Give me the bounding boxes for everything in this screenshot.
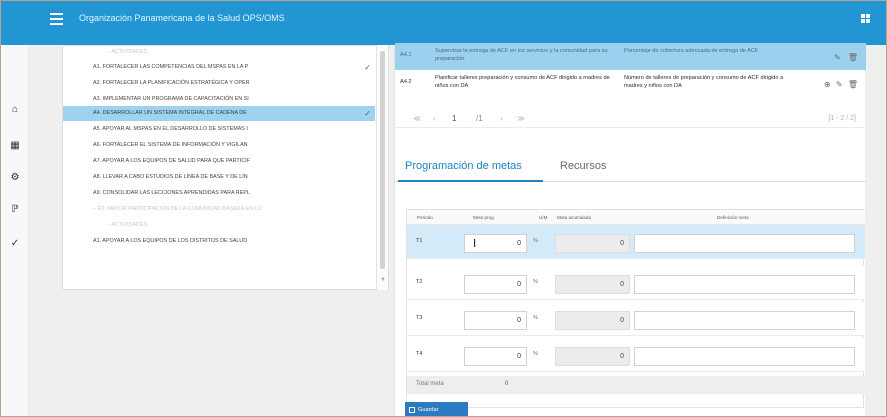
add-icon[interactable]: ⊕ [824,80,831,89]
definicion-meta-input[interactable] [634,275,855,294]
app-window: Organización Panamericana de la Salud OP… [0,0,887,417]
periodo-label: T3 [416,315,423,321]
header-meta-acumulada: Meta acumulada [557,215,591,220]
tree-item[interactable]: A2. FORTALECER LA PLANIFICACIÓN ESTRATÉG… [63,76,375,91]
top-bar: Organización Panamericana de la Salud OP… [1,1,886,45]
check-icon: ✓ [364,109,371,118]
meta-row[interactable]: T2 0 % 0 [407,266,865,300]
chart-icon[interactable]: ℙ [7,201,23,217]
record-count: [1 - 2 / 2] [828,115,856,122]
definicion-meta-input[interactable] [634,311,855,330]
header-meta-prog: Meta prog. [473,215,495,220]
menu-icon[interactable] [50,13,63,25]
delete-icon[interactable]: 🗑 [848,53,858,62]
tree-item[interactable]: A1. FORTALECER LAS COMPETENCIAS DEL MSPA… [63,60,375,75]
activity-indicator: Número de talleres de preparación y cons… [624,75,784,89]
tab-recursos[interactable]: Recursos [560,160,606,172]
unit-label: % [533,351,538,357]
meta-row[interactable]: T4 0 % 0 [407,338,865,372]
periodo-label: T1 [416,238,423,244]
meta-acumulada-field: 0 [555,275,630,294]
activity-row[interactable]: A4.2 Planificar talleres preparación y c… [395,70,866,97]
header-periodo: Periodo [417,215,433,220]
metas-table: Periodo Meta prog. U/M Meta acumulada De… [406,209,865,408]
activity-description: Planificar talleres preparación y consum… [435,75,610,89]
tab-programacion-metas[interactable]: Programación de metas [405,160,522,172]
meta-row-selected[interactable]: T1 I0 % 0 [407,225,865,259]
first-page-button[interactable]: ≪ [413,114,421,123]
pagination: ≪ ‹ 1 /1 › ≫ [1 - 2 / 2] [395,110,866,128]
check-icon: ✓ [364,63,371,72]
tree-group-header[interactable]: – ACTIVIDADES [63,46,375,60]
tree-item[interactable]: A3. IMPLEMENTAR UN PROGRAMA DE CAPACITAC… [63,92,375,107]
definicion-meta-input[interactable] [634,347,855,366]
tree-item[interactable]: A5. APOYAR AL MSPAS EN EL DESARROLLO DE … [63,122,375,137]
home-icon[interactable]: ⌂ [7,101,23,117]
activity-row-selected[interactable]: A4.1 Supervisar la entrega de ACF en los… [395,43,866,70]
activity-indicator: Porcentaje de cobertura adecuada de entr… [624,48,759,54]
tree-group-header[interactable]: – R2. MAYOR PARTICIPACIÓN DE LA COMUNIDA… [63,202,375,217]
scroll-down-icon[interactable]: ▼ [380,277,386,283]
tree-item-selected[interactable]: A4. DESARROLLAR UN SISTEMA INTEGRAL DE C… [63,106,375,121]
gear-icon[interactable]: ⚙ [7,169,23,185]
activity-code: A4.1 [400,52,412,58]
definicion-meta-input[interactable] [634,234,855,253]
unit-label: % [533,315,538,321]
unit-label: % [533,238,538,244]
header-um: U/M [539,215,548,220]
meta-row[interactable]: T3 0 % 0 [407,302,865,336]
tab-bar: Programación de metas Recursos [395,156,866,182]
metas-table-header: Periodo Meta prog. U/M Meta acumulada De… [407,210,865,225]
periodo-label: T4 [416,351,423,357]
prev-page-button[interactable]: ‹ [433,114,436,123]
meta-prog-input[interactable]: 0 [464,347,527,366]
text-cursor-icon: I [473,237,477,250]
total-meta-label: Total meta [416,381,444,387]
page-total: /1 [476,114,483,123]
tree-scroll-thumb[interactable] [380,51,385,269]
active-tab-indicator [398,180,543,182]
header-definicion-meta: Definición meta [717,215,749,220]
last-page-button[interactable]: ≫ [517,114,525,123]
total-meta-value: 0 [505,381,509,387]
next-page-button[interactable]: › [500,114,503,123]
grid-icon[interactable]: ▦ [7,137,23,153]
activity-description: Supervisar la entrega de ACF en los serv… [435,48,608,62]
side-rail: ⌂ ▦ ⚙ ℙ ✓ [1,45,29,416]
meta-acumulada-field: 0 [555,234,630,253]
save-icon [409,407,415,413]
total-row: Total meta 0 [407,376,865,394]
tree-item[interactable]: A8. LLEVAR A CABO ESTUDIOS DE LÍNEA DE B… [63,170,375,185]
edit-icon[interactable]: ✎ [834,53,841,62]
meta-prog-input[interactable]: 0 [464,275,527,294]
save-button-label: Guardar [418,407,439,413]
tree-group-header[interactable]: – ACTIVIDADES [63,218,375,233]
tree-item[interactable]: A1. APOYAR A LOS EQUIPOS DE LOS DISTRITO… [63,234,375,249]
tree-item[interactable]: A6. FORTALECER EL SISTEMA DE INFORMACIÓN… [63,138,375,153]
apps-grid-icon[interactable] [861,14,870,23]
delete-icon[interactable]: 🗑 [848,80,858,89]
results-tree-panel: – ACTIVIDADES A1. FORTALECER LAS COMPETE… [62,45,389,290]
tree-item[interactable]: A7. APOYAR A LOS EQUIPOS DE SALUD PARA Q… [63,154,375,169]
detail-panel: A4.1 Supervisar la entrega de ACF en los… [394,43,866,416]
periodo-label: T2 [416,279,423,285]
check-icon[interactable]: ✓ [7,235,23,251]
tree-item[interactable]: A9. CONSOLIDAR LAS LECCIONES APRENDIDAS … [63,186,375,201]
app-title: Organización Panamericana de la Salud OP… [79,13,285,23]
unit-label: % [533,279,538,285]
meta-prog-input[interactable]: 0 [464,311,527,330]
page-number[interactable]: 1 [452,114,456,123]
meta-acumulada-field: 0 [555,347,630,366]
edit-icon[interactable]: ✎ [836,80,843,89]
activity-code: A4.2 [400,79,412,85]
meta-prog-input[interactable]: I0 [464,234,527,253]
save-button[interactable]: Guardar [405,402,468,416]
meta-acumulada-field: 0 [555,311,630,330]
